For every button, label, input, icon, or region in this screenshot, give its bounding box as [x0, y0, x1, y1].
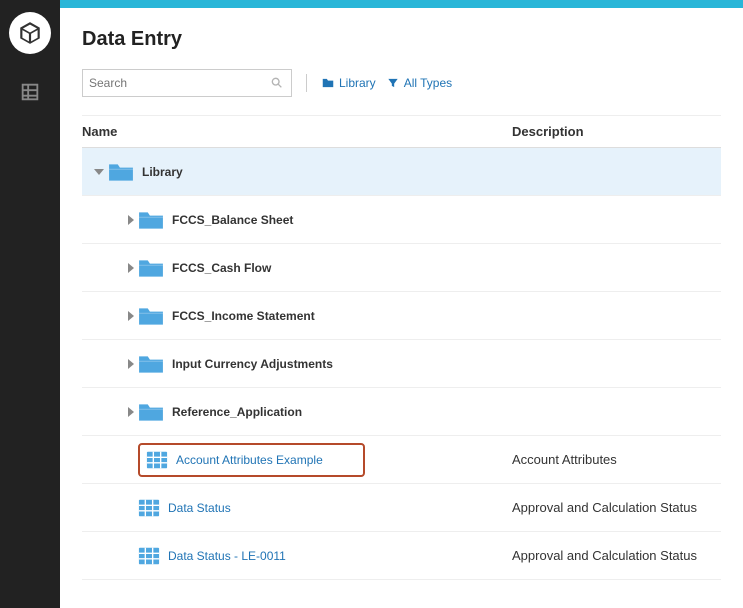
- row-label: FCCS_Balance Sheet: [172, 213, 293, 227]
- row-label: Input Currency Adjustments: [172, 357, 333, 371]
- grid-header: Name Description: [82, 116, 721, 148]
- chevron-down-icon[interactable]: [94, 169, 104, 175]
- page-title: Data Entry: [82, 28, 721, 51]
- filter-all-types[interactable]: All Types: [386, 76, 452, 90]
- filter-label: All Types: [404, 76, 452, 90]
- row-name-cell: Reference_Application: [82, 401, 512, 423]
- row-name-cell: Data Status - LE-0011: [82, 545, 512, 567]
- folder-icon: [321, 76, 335, 90]
- home-cube-button[interactable]: [9, 12, 51, 54]
- row-name-cell: FCCS_Cash Flow: [82, 257, 512, 279]
- highlighted-item: Account Attributes Example: [138, 443, 365, 477]
- row-description: Approval and Calculation Status: [512, 500, 721, 515]
- column-name[interactable]: Name: [82, 124, 512, 139]
- form-icon: [138, 497, 160, 519]
- tree-folder-row[interactable]: Library: [82, 148, 721, 196]
- breadcrumb-label: Library: [339, 76, 376, 90]
- row-label[interactable]: Data Status: [168, 501, 231, 515]
- filter-icon: [386, 76, 400, 90]
- grid-form-icon: [19, 81, 41, 103]
- folder-icon: [138, 209, 164, 231]
- toolbar: Library All Types: [82, 69, 721, 97]
- row-label: Library: [142, 165, 183, 179]
- row-name-cell: Library: [82, 161, 512, 183]
- content: Data Entry Library All Types Name Descri…: [60, 8, 743, 608]
- tree-folder-row[interactable]: Input Currency Adjustments: [82, 340, 721, 388]
- row-label: FCCS_Income Statement: [172, 309, 315, 323]
- tree-form-row[interactable]: Data Status Approval and Calculation Stat…: [82, 484, 721, 532]
- form-icon: [146, 449, 168, 471]
- row-name-cell: FCCS_Balance Sheet: [82, 209, 512, 231]
- search-field[interactable]: [82, 69, 292, 97]
- folder-icon: [138, 401, 164, 423]
- search-icon[interactable]: [269, 75, 285, 91]
- toolbar-divider: [306, 74, 307, 92]
- breadcrumb-library[interactable]: Library: [321, 76, 376, 90]
- row-name-cell: FCCS_Income Statement: [82, 305, 512, 327]
- chevron-right-icon[interactable]: [128, 263, 134, 273]
- tree-form-row[interactable]: Account Attributes Example Account Attrib…: [82, 436, 721, 484]
- tree-folder-row[interactable]: FCCS_Cash Flow: [82, 244, 721, 292]
- accent-bar: [60, 0, 743, 8]
- tree-form-row[interactable]: Data Status - LE-0011 Approval and Calcul…: [82, 532, 721, 580]
- form-icon: [138, 545, 160, 567]
- chevron-right-icon[interactable]: [128, 407, 134, 417]
- row-description: Approval and Calculation Status: [512, 548, 721, 563]
- forms-grid: Name Description Library FCCS_Balance She…: [82, 115, 721, 580]
- chevron-right-icon[interactable]: [128, 215, 134, 225]
- folder-icon: [138, 353, 164, 375]
- forms-nav-button[interactable]: [14, 76, 46, 108]
- cube-icon: [17, 20, 43, 46]
- row-name-cell: Account Attributes Example: [82, 443, 512, 477]
- tree-folder-row[interactable]: FCCS_Income Statement: [82, 292, 721, 340]
- folder-icon: [108, 161, 134, 183]
- row-label: FCCS_Cash Flow: [172, 261, 271, 275]
- search-input[interactable]: [89, 76, 269, 90]
- chevron-right-icon[interactable]: [128, 311, 134, 321]
- folder-icon: [138, 257, 164, 279]
- folder-icon: [138, 305, 164, 327]
- left-rail: [0, 0, 60, 608]
- grid-body: Library FCCS_Balance Sheet FCCS_Cash Flow F…: [82, 148, 721, 580]
- tree-folder-row[interactable]: Reference_Application: [82, 388, 721, 436]
- row-name-cell: Input Currency Adjustments: [82, 353, 512, 375]
- row-name-cell: Data Status: [82, 497, 512, 519]
- row-label: Reference_Application: [172, 405, 302, 419]
- row-label[interactable]: Account Attributes Example: [176, 453, 323, 467]
- row-label[interactable]: Data Status - LE-0011: [168, 549, 286, 563]
- tree-folder-row[interactable]: FCCS_Balance Sheet: [82, 196, 721, 244]
- row-description: Account Attributes: [512, 452, 721, 467]
- chevron-right-icon[interactable]: [128, 359, 134, 369]
- main-area: Data Entry Library All Types Name Descri…: [60, 0, 743, 608]
- column-description[interactable]: Description: [512, 124, 721, 139]
